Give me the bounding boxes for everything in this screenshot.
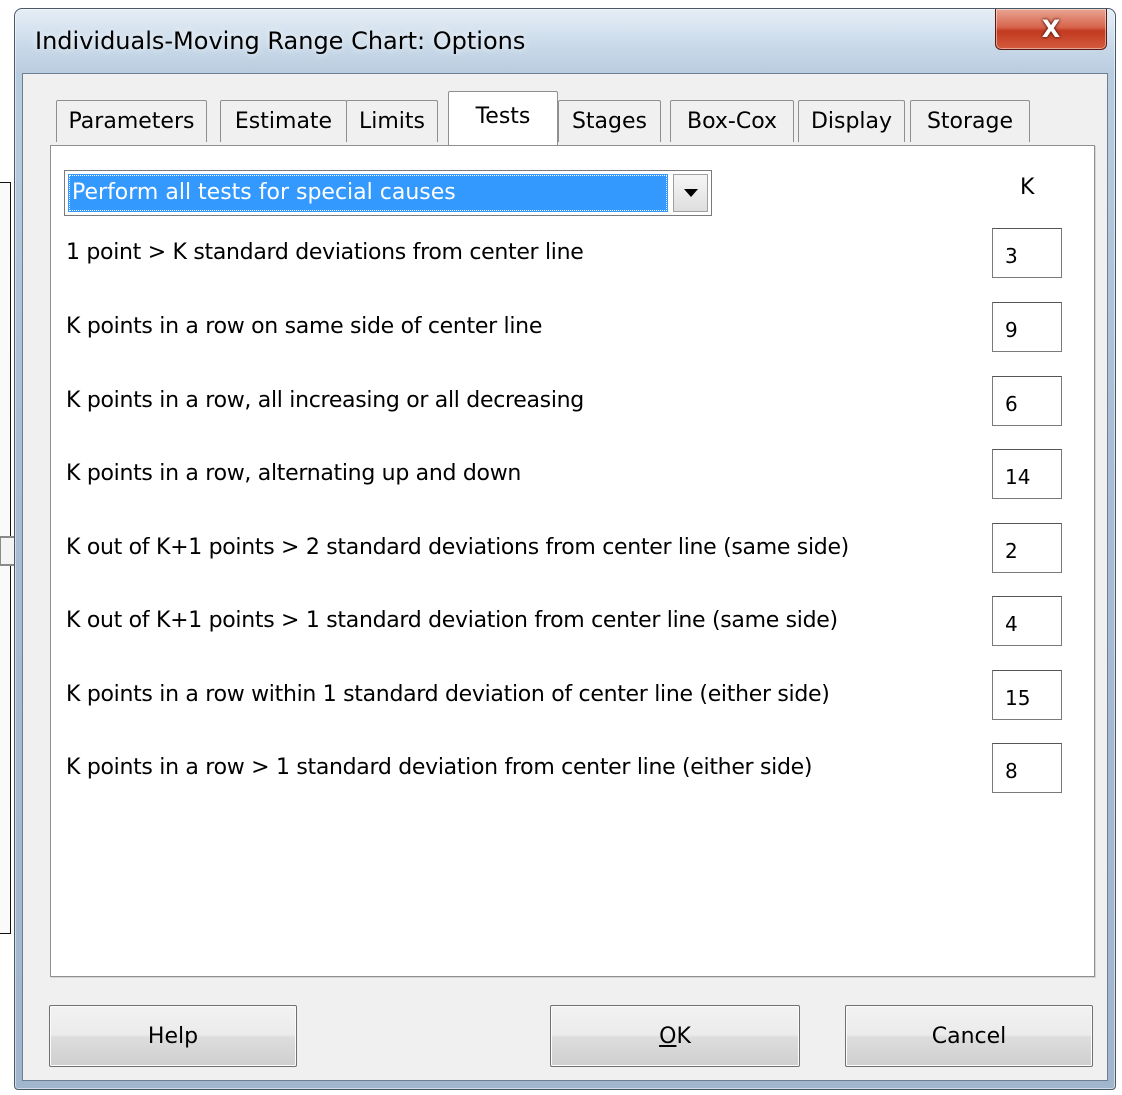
help-button[interactable]: Help: [49, 1005, 297, 1067]
tab-estimate[interactable]: Estimate: [220, 100, 347, 142]
k-column-header: K: [1020, 175, 1035, 200]
k-value-input[interactable]: [992, 670, 1062, 720]
tab-tests[interactable]: Tests: [448, 91, 558, 145]
k-value-input[interactable]: [992, 302, 1062, 352]
k-value-input[interactable]: [992, 228, 1062, 278]
cancel-button[interactable]: Cancel: [845, 1005, 1093, 1067]
test-label: K out of K+1 points > 1 standard deviati…: [66, 608, 838, 633]
test-row: K points in a row > 1 standard deviation…: [66, 743, 1066, 793]
k-value-input[interactable]: [992, 523, 1062, 573]
ok-button-label: OK: [659, 1024, 691, 1049]
k-value-input[interactable]: [992, 376, 1062, 426]
test-label: 1 point > K standard deviations from cen…: [66, 240, 584, 265]
tab-storage[interactable]: Storage: [910, 100, 1030, 142]
title-bar[interactable]: Individuals-Moving Range Chart: Options: [15, 9, 1115, 73]
test-label: K points in a row within 1 standard devi…: [66, 682, 830, 707]
tab-limits[interactable]: Limits: [346, 100, 438, 142]
ok-label-rest: K: [676, 1023, 691, 1049]
tab-parameters[interactable]: Parameters: [56, 100, 207, 142]
chevron-down-icon: [683, 189, 698, 197]
tab-display[interactable]: Display: [798, 100, 905, 142]
test-label: K points in a row on same side of center…: [66, 314, 543, 339]
test-row: K out of K+1 points > 2 standard deviati…: [66, 523, 1066, 573]
close-button[interactable]: X: [995, 9, 1107, 50]
ok-mnemonic: O: [659, 1023, 677, 1049]
dropdown-toggle-button[interactable]: [673, 174, 708, 212]
test-label: K out of K+1 points > 2 standard deviati…: [66, 535, 849, 560]
test-row: K out of K+1 points > 1 standard deviati…: [66, 596, 1066, 646]
test-label: K points in a row > 1 standard deviation…: [66, 755, 813, 780]
help-button-label: Help: [147, 1023, 199, 1049]
tab-box-cox[interactable]: Box-Cox: [670, 100, 794, 142]
test-row: 1 point > K standard deviations from cen…: [66, 228, 1066, 278]
test-label: K points in a row, alternating up and do…: [66, 461, 522, 486]
test-row: K points in a row, alternating up and do…: [66, 449, 1066, 499]
test-row: K points in a row within 1 standard devi…: [66, 670, 1066, 720]
k-value-input[interactable]: [992, 596, 1062, 646]
test-row: K points in a row, all increasing or all…: [66, 376, 1066, 426]
tests-mode-select[interactable]: Perform all tests for special causes: [64, 170, 712, 216]
ok-button[interactable]: OK: [550, 1005, 800, 1067]
tab-stages[interactable]: Stages: [558, 100, 661, 142]
tests-mode-selected-value: Perform all tests for special causes: [68, 174, 668, 212]
cancel-button-label: Cancel: [931, 1023, 1007, 1049]
window-title: Individuals-Moving Range Chart: Options: [35, 27, 526, 55]
test-label: K points in a row, all increasing or all…: [66, 388, 584, 413]
k-value-input[interactable]: [992, 449, 1062, 499]
close-icon: X: [1041, 15, 1061, 43]
k-value-input[interactable]: [992, 743, 1062, 793]
test-row: K points in a row on same side of center…: [66, 302, 1066, 352]
